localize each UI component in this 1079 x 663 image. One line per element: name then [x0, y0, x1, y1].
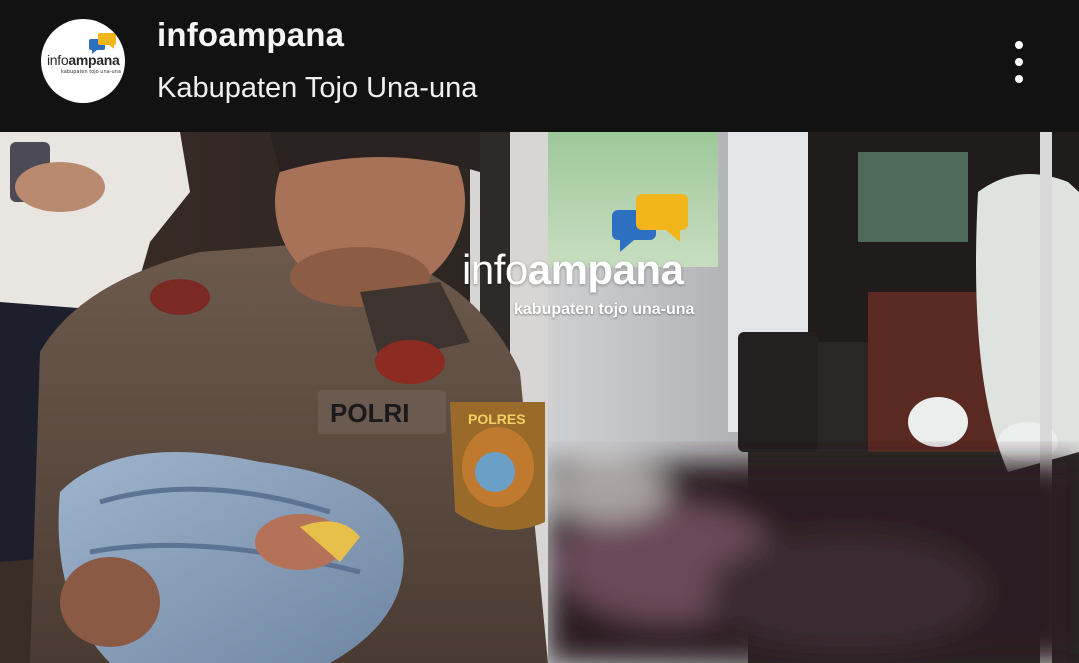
account-name[interactable]: infoampana — [157, 16, 344, 54]
post-header: infoampana kabupaten tojo una-una infoam… — [0, 0, 1079, 132]
avatar-logo-bold: ampana — [68, 52, 120, 68]
post-location[interactable]: Kabupaten Tojo Una-una — [157, 72, 477, 105]
more-vertical-icon[interactable] — [1004, 38, 1034, 86]
uniform-text: POLRI — [330, 398, 409, 428]
watermark-tagline: kabupaten tojo una-una — [514, 301, 695, 318]
post-image[interactable]: POLRI POLRES infoampana kabupaten tojo u… — [0, 132, 1079, 663]
watermark-word: infoampana — [462, 246, 684, 294]
account-avatar[interactable]: infoampana kabupaten tojo una-una — [41, 19, 125, 103]
avatar-logo-word: infoampana — [47, 52, 120, 68]
watermark-word-bold: ampana — [527, 246, 684, 293]
avatar-logo-tagline: kabupaten tojo una-una — [61, 69, 121, 75]
badge-text: POLRES — [468, 411, 526, 427]
avatar-logo-light: info — [47, 52, 69, 68]
watermark-logo: infoampana kabupaten tojo una-una — [460, 194, 720, 324]
watermark-word-light: info — [462, 246, 528, 293]
